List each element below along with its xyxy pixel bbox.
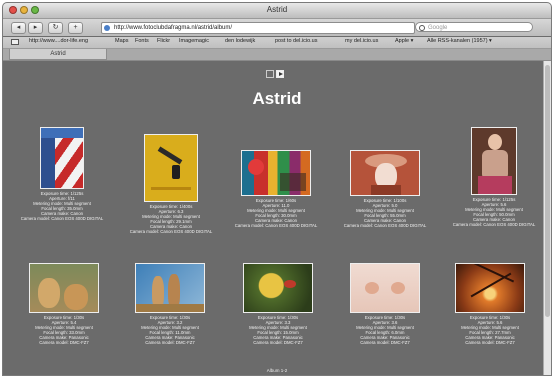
photo-metadata: Exposure time: 1/60s Aperture: 11.0 Meteri… bbox=[234, 198, 318, 228]
site-icon bbox=[104, 25, 110, 31]
back-button[interactable]: ◂ bbox=[11, 22, 26, 34]
bookmarks-bar: http://www....dor-life.eng Maps Fonts Fl… bbox=[3, 37, 551, 49]
photo-card: Exposure time: 1/125s Aperture: f/11 Meter… bbox=[12, 127, 112, 221]
photo-card: Exposure time: 1/30s Aperture: 3.2 Meterin… bbox=[120, 263, 220, 345]
reload-button[interactable]: ↻ bbox=[48, 22, 63, 34]
photo-metadata: Exposure time: 1/30s Aperture: 3.6 Meterin… bbox=[356, 315, 414, 345]
bookmark-link[interactable]: Flickr bbox=[157, 38, 170, 44]
tab-bar: Astrid bbox=[3, 49, 551, 61]
photo-metadata: Exposure time: 1/30s Aperture: 5.6 Meterin… bbox=[461, 315, 519, 345]
address-bar[interactable]: http://www.fotoclubdafragma.nl/astrid/al… bbox=[101, 22, 415, 34]
browser-window: Astrid ◂ ▸ ↻ + http://www.fotoclubdafrag… bbox=[2, 2, 552, 376]
photo-thumbnail[interactable] bbox=[455, 263, 525, 313]
tab-astrid[interactable]: Astrid bbox=[9, 49, 107, 60]
add-bookmark-button[interactable]: + bbox=[68, 22, 83, 34]
photo-card: Exposure time: 1/60s Aperture: 11.0 Meteri… bbox=[226, 150, 326, 228]
bookmark-link[interactable]: Alle RSS-kanalen (1957) ▾ bbox=[427, 38, 492, 44]
title-bar: Astrid bbox=[3, 3, 551, 19]
previous-page-icon[interactable] bbox=[266, 70, 274, 78]
photo-card: Exposure time: 1/100s Aperture: 5.0 Meteri… bbox=[335, 150, 435, 228]
photo-card: Exposure time: 1/30s Aperture: 5.4 Meterin… bbox=[14, 263, 114, 345]
photo-metadata: Exposure time: 1/400s Aperture: 6.3 Meteri… bbox=[129, 204, 213, 234]
bookmark-link[interactable]: Apple ▾ bbox=[395, 38, 413, 44]
photo-metadata: Exposure time: 1/30s Aperture: 3.3 Meterin… bbox=[249, 315, 307, 345]
album-title: Astrid bbox=[252, 89, 302, 108]
photo-metadata: Exposure time: 1/30s Aperture: 3.2 Meterin… bbox=[141, 315, 199, 345]
search-icon bbox=[419, 25, 425, 31]
next-page-icon[interactable] bbox=[276, 70, 284, 78]
photo-card: Exposure time: 1/400s Aperture: 6.3 Meteri… bbox=[121, 134, 221, 234]
forward-button[interactable]: ▸ bbox=[28, 22, 43, 34]
photo-metadata: Exposure time: 1/125s Aperture: 5.6 Meteri… bbox=[452, 197, 536, 227]
album-page: Astrid Exposure time: 1/125s Aperture: f/… bbox=[3, 61, 551, 375]
search-input[interactable]: Google bbox=[415, 22, 533, 32]
photo-thumbnail[interactable] bbox=[243, 263, 313, 313]
photo-card: Exposure time: 1/30s Aperture: 3.3 Meterin… bbox=[228, 263, 328, 345]
bookmark-link[interactable]: Fonts bbox=[135, 38, 149, 44]
bookmark-link[interactable]: Maps bbox=[115, 38, 128, 44]
bookmark-link[interactable]: http://www....dor-life.eng bbox=[29, 38, 88, 44]
bookmark-link[interactable]: den lodewijk bbox=[225, 38, 255, 44]
photo-metadata: Exposure time: 1/100s Aperture: 5.0 Meteri… bbox=[343, 198, 427, 228]
photo-card: Exposure time: 1/125s Aperture: 5.6 Meteri… bbox=[444, 127, 544, 227]
vertical-scrollbar[interactable] bbox=[543, 61, 551, 375]
photo-thumbnail[interactable] bbox=[241, 150, 311, 196]
album-pagination-label: Album 1-2 bbox=[266, 368, 288, 373]
photo-thumbnail[interactable] bbox=[135, 263, 205, 313]
bookmark-link[interactable]: post to del.icio.us bbox=[275, 38, 318, 44]
photo-thumbnail[interactable] bbox=[350, 263, 420, 313]
photo-thumbnail[interactable] bbox=[350, 150, 420, 196]
photo-metadata: Exposure time: 1/30s Aperture: 5.4 Meterin… bbox=[35, 315, 93, 345]
bookmark-link[interactable]: Imagemagic bbox=[179, 38, 209, 44]
photo-card: Exposure time: 1/30s Aperture: 3.6 Meterin… bbox=[335, 263, 435, 345]
bookmarks-book-icon[interactable] bbox=[11, 39, 19, 45]
photo-thumbnail[interactable] bbox=[40, 127, 84, 189]
photo-card: Exposure time: 1/30s Aperture: 5.6 Meterin… bbox=[440, 263, 540, 345]
photo-thumbnail[interactable] bbox=[29, 263, 99, 313]
photo-thumbnail[interactable] bbox=[471, 127, 517, 195]
photo-metadata: Exposure time: 1/125s Aperture: f/11 Meter… bbox=[20, 191, 104, 221]
photo-thumbnail[interactable] bbox=[144, 134, 198, 202]
window-title: Astrid bbox=[266, 5, 288, 14]
scrollbar-thumb[interactable] bbox=[545, 65, 550, 317]
navigation-toolbar: ◂ ▸ ↻ + http://www.fotoclubdafragma.nl/a… bbox=[3, 19, 551, 36]
bookmark-link[interactable]: my del.icio.us bbox=[345, 38, 378, 44]
